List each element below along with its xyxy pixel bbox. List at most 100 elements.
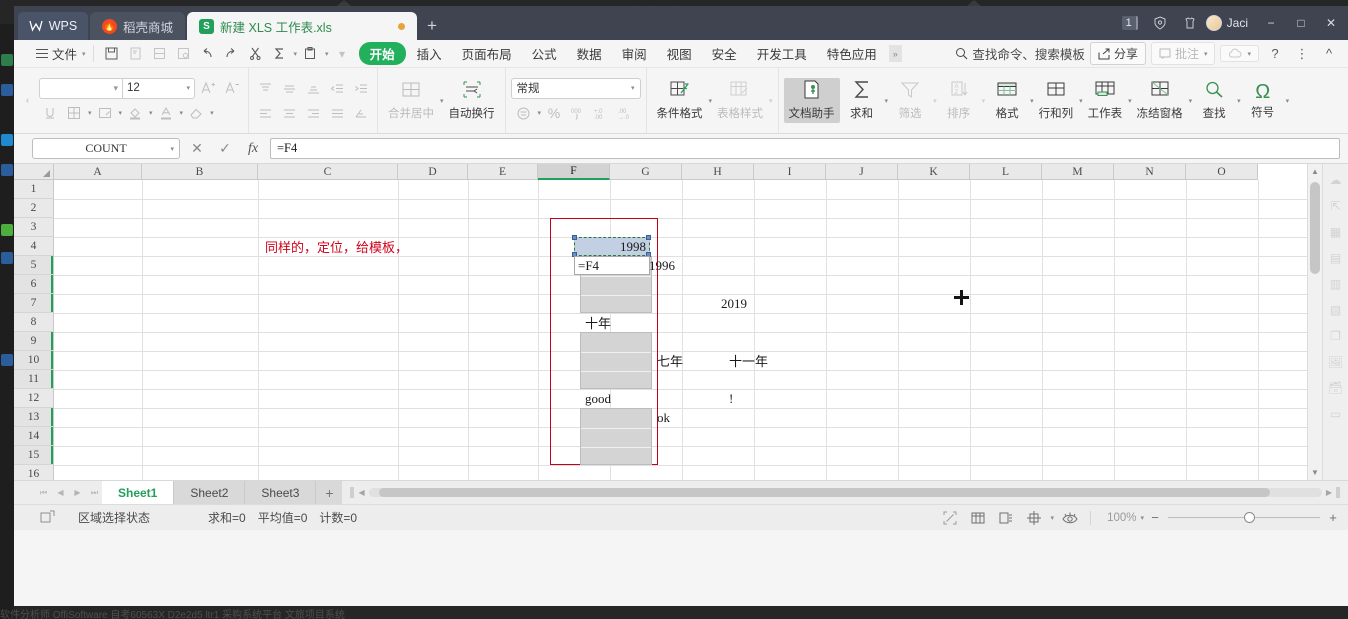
column-header-K[interactable]: K <box>898 164 970 180</box>
horizontal-scrollbar[interactable]: ◀ ▶ <box>342 481 1348 504</box>
column-header-H[interactable]: H <box>682 164 754 180</box>
format-button[interactable]: 格式 <box>985 78 1029 123</box>
cell-G9[interactable]: 七年 <box>654 351 724 370</box>
cut-icon[interactable] <box>245 44 266 64</box>
column-header-E[interactable]: E <box>468 164 538 180</box>
search-command-box[interactable]: 查找命令、搜索模板 <box>955 44 1085 63</box>
shirt-icon[interactable] <box>1176 10 1204 36</box>
print-icon[interactable] <box>173 44 194 64</box>
tab-review[interactable]: 审阅 <box>613 42 656 65</box>
page-layout-icon[interactable] <box>994 508 1018 528</box>
horizontal-scroll-track[interactable] <box>368 488 1322 497</box>
scrollbar-grip-right[interactable] <box>1336 487 1340 498</box>
symbol-button[interactable]: Ω 符号 <box>1241 80 1285 122</box>
page-fit-icon[interactable] <box>938 508 962 528</box>
freeze-panes-button[interactable]: 冻结窗格 <box>1132 78 1188 123</box>
paste-icon[interactable] <box>300 44 321 64</box>
worksheet-button[interactable]: 工作表 <box>1083 78 1128 123</box>
align-left-button[interactable] <box>254 103 276 124</box>
page-break-icon[interactable] <box>1022 508 1046 528</box>
increase-indent-button[interactable] <box>350 78 372 99</box>
align-middle-button[interactable] <box>278 78 300 99</box>
comment-button[interactable]: 批注 ▾ <box>1150 42 1216 65</box>
help-button[interactable]: ? <box>1264 44 1286 64</box>
insert-function-button[interactable]: fx <box>242 138 264 160</box>
row-header-6[interactable]: 6 <box>14 275 54 294</box>
tab-page-layout[interactable]: 页面布局 <box>453 42 521 65</box>
column-header-O[interactable]: O <box>1186 164 1258 180</box>
row-header-11[interactable]: 11 <box>14 370 54 389</box>
collapse-ribbon-button[interactable]: ^ <box>1318 44 1340 64</box>
column-header-C[interactable]: C <box>258 164 398 180</box>
column-header-N[interactable]: N <box>1114 164 1186 180</box>
column-header-A[interactable]: A <box>54 164 142 180</box>
formula-input[interactable]: =F4 <box>270 138 1340 159</box>
accounting-format-button[interactable] <box>513 103 535 124</box>
chevron-down-icon[interactable]: ▾ <box>1051 514 1055 522</box>
shrink-font-button[interactable] <box>221 78 243 99</box>
zoom-level-display[interactable]: 100% ▾ <box>1107 512 1144 524</box>
user-account[interactable]: Jaci <box>1205 15 1254 31</box>
normal-view-icon[interactable] <box>966 508 990 528</box>
clear-format-button[interactable] <box>185 103 207 124</box>
save-as-icon[interactable] <box>149 44 170 64</box>
scroll-right-button[interactable]: ▶ <box>1326 488 1332 497</box>
close-button[interactable]: ✕ <box>1316 10 1346 36</box>
row-header-4[interactable]: 4 <box>14 237 54 256</box>
row-header-2[interactable]: 2 <box>14 199 54 218</box>
picture-rail-icon[interactable]: 🖼 <box>1327 353 1344 370</box>
select-all-corner[interactable] <box>14 164 54 180</box>
table-style-button[interactable]: 表格样式 <box>712 78 768 123</box>
tab-data[interactable]: 数据 <box>568 42 611 65</box>
maximize-button[interactable]: □ <box>1286 10 1316 36</box>
font-size-select[interactable]: 12 ▾ <box>122 78 194 98</box>
tab-xls-workbook[interactable]: S 新建 XLS 工作表.xls <box>187 12 418 40</box>
scroll-down-button[interactable]: ▼ <box>1308 465 1322 480</box>
wps-home-button[interactable]: WPS <box>18 12 88 40</box>
cell-style-button[interactable] <box>94 103 116 124</box>
copy-rail-icon[interactable]: ❐ <box>1327 327 1344 344</box>
grow-font-button[interactable] <box>197 78 219 99</box>
decrease-indent-button[interactable] <box>326 78 348 99</box>
cell-H9[interactable]: 十一年 <box>726 351 806 370</box>
column-header-L[interactable]: L <box>970 164 1042 180</box>
font-color-button[interactable] <box>155 103 177 124</box>
tab-home[interactable]: 开始 <box>358 42 406 65</box>
scroll-up-button[interactable]: ▲ <box>1308 164 1322 179</box>
decrease-decimal-button[interactable]: .00 →.0 <box>615 103 637 124</box>
zoom-in-button[interactable]: + <box>1326 510 1340 525</box>
autosum-icon[interactable] <box>269 44 290 64</box>
fill-color-button[interactable] <box>124 103 146 124</box>
sort-button[interactable]: AZ 排序 <box>937 78 981 123</box>
cell-F8[interactable]: 十年 <box>582 313 652 332</box>
row-header-13[interactable]: 13 <box>14 408 54 427</box>
comma-format-button[interactable]: 000 <box>567 103 589 124</box>
chevron-down-icon[interactable]: ▾ <box>88 109 92 117</box>
archive-rail-icon[interactable]: 🗃 <box>1327 379 1344 396</box>
cell-G13[interactable]: ok <box>654 408 724 427</box>
text-orientation-button[interactable] <box>350 103 372 124</box>
rows-columns-button[interactable]: 行和列 <box>1034 78 1079 123</box>
sheet-tab-sheet1[interactable]: Sheet1 <box>102 481 175 504</box>
column-header-I[interactable]: I <box>754 164 826 180</box>
taskbar-icon-1[interactable] <box>1 54 13 66</box>
cloud-doc-icon[interactable]: ☁ <box>1327 171 1344 188</box>
shield-icon[interactable] <box>1146 10 1174 36</box>
row-header-5[interactable]: 5 <box>14 256 54 275</box>
ribbon-scroll-left-icon[interactable]: ‹ <box>22 90 33 110</box>
print-preview-icon[interactable] <box>125 44 146 64</box>
chevron-down-icon[interactable]: ▾ <box>180 109 184 117</box>
tab-insert[interactable]: 插入 <box>408 42 451 65</box>
column-header-B[interactable]: B <box>142 164 258 180</box>
row-header-8[interactable]: 8 <box>14 313 54 332</box>
tab-formulas[interactable]: 公式 <box>523 42 566 65</box>
font-name-select[interactable]: ▾ <box>40 79 122 98</box>
save-icon[interactable] <box>101 44 122 64</box>
template-rail-icon[interactable]: ▤ <box>1327 249 1344 266</box>
row-header-16[interactable]: 16 <box>14 465 54 480</box>
align-center-button[interactable] <box>278 103 300 124</box>
cell-F12[interactable]: good <box>582 389 652 408</box>
taskbar-icon-3[interactable] <box>1 134 13 146</box>
percent-format-button[interactable]: % <box>543 103 565 124</box>
taskbar-icon-4[interactable] <box>1 164 13 176</box>
